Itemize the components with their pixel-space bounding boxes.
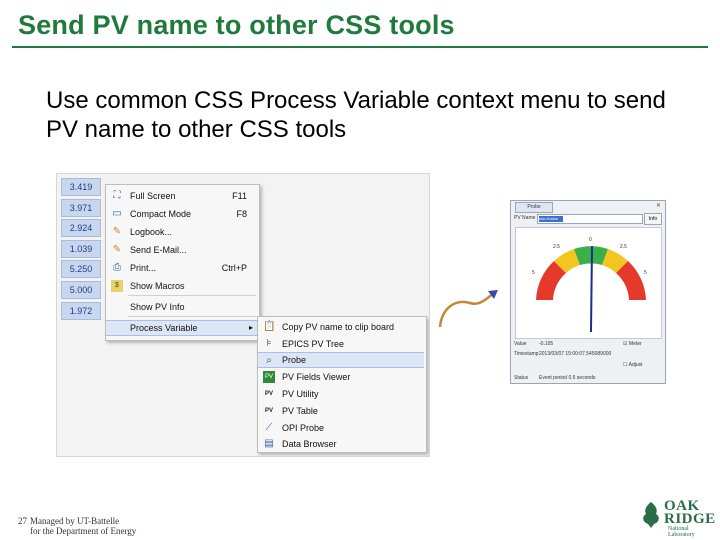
menu-item-compact-mode[interactable]: ▭ Compact Mode F8 xyxy=(106,206,259,222)
status-field: Event period 0.5 seconds xyxy=(539,375,596,381)
tree-icon: ⊧ xyxy=(266,338,272,349)
pencil-icon: ✎ xyxy=(112,226,122,237)
probe-window-screenshot: Probe ✕ PV Name sim://noise Info 0 2.5 2… xyxy=(510,200,666,384)
menu-item-label: PV Table xyxy=(282,406,318,416)
slide-subtitle: Use common CSS Process Variable context … xyxy=(46,87,666,143)
menu-item-print[interactable]: ⎙ Print... Ctrl+P xyxy=(106,260,259,276)
menu-item-shortcut: F11 xyxy=(232,191,247,201)
pv-value-cell[interactable]: 5.000 xyxy=(61,280,101,299)
menu-item-label: Copy PV name to clip board xyxy=(282,322,395,332)
meter-tick-label: 2.5 xyxy=(620,244,627,250)
fields-viewer-icon: PV xyxy=(263,371,275,383)
status-label: Status xyxy=(514,375,529,381)
pv-name-label: PV Name xyxy=(514,215,536,221)
pv-values-column: 3.419 3.971 2.924 1.039 5.250 5.000 1.97… xyxy=(61,178,101,322)
meter-gauge: 0 2.5 2.5 5 5 xyxy=(532,237,647,333)
meter-tick-label: 0 xyxy=(589,237,592,243)
context-menu-screenshot: 3.419 3.971 2.924 1.039 5.250 5.000 1.97… xyxy=(56,173,430,457)
menu-item-label: Show Macros xyxy=(130,281,185,291)
macros-icon: $ xyxy=(111,280,123,292)
oak-ridge-logo: OAK RIDGE National Laboratory xyxy=(640,496,716,538)
pv-utility-icon: PV xyxy=(264,391,273,397)
close-icon[interactable]: ✕ xyxy=(656,202,661,209)
menu-item-label: Logbook... xyxy=(130,227,173,237)
process-variable-submenu: 📋 Copy PV name to clip board ⊧ EPICS PV … xyxy=(257,316,427,453)
pv-value-cell[interactable]: 1.039 xyxy=(61,239,101,258)
menu-item-label: Process Variable xyxy=(130,323,198,333)
compact-mode-icon: ▭ xyxy=(112,208,122,219)
meter-tick-label: 5 xyxy=(644,270,647,276)
menu-item-label: OPI Probe xyxy=(282,423,325,433)
submenu-item-pv-fields-viewer[interactable]: PV PV Fields Viewer xyxy=(258,369,426,385)
fullscreen-icon: ⛶ xyxy=(113,190,121,201)
submenu-item-pv-table[interactable]: PV PV Table xyxy=(258,403,426,419)
menu-item-send-email[interactable]: ✎ Send E-Mail... xyxy=(106,242,259,258)
footer-text: Managed by UT-Battelle for the Departmen… xyxy=(30,516,170,536)
submenu-item-opi-probe[interactable]: ⟋ OPI Probe xyxy=(258,420,426,436)
menu-item-label: Show PV Info xyxy=(130,302,185,312)
value-label: Value xyxy=(514,341,527,347)
submenu-item-data-browser[interactable]: ▤ Data Browser xyxy=(258,436,426,452)
submenu-arrow-icon: ▸ xyxy=(248,323,253,332)
pv-table-icon: PV xyxy=(264,408,273,414)
printer-icon: ⎙ xyxy=(113,262,121,273)
menu-separator xyxy=(128,295,256,296)
pv-value-cell[interactable]: 5.250 xyxy=(61,260,101,279)
submenu-item-pv-utility[interactable]: PV PV Utility xyxy=(258,386,426,402)
menu-item-show-macros[interactable]: $ Show Macros xyxy=(106,278,259,294)
menu-item-label: Print... xyxy=(130,263,157,273)
meter-tick-label: 2.5 xyxy=(553,244,560,250)
submenu-item-probe[interactable]: ⌕ Probe xyxy=(258,352,424,368)
menu-item-shortcut: Ctrl+P xyxy=(221,263,247,273)
pv-value-cell[interactable]: 3.419 xyxy=(61,178,101,196)
opi-probe-icon: ⟋ xyxy=(265,422,273,433)
footer-line-1: Managed by UT-Battelle xyxy=(30,516,120,526)
adjust-checkbox-label: Adjust xyxy=(628,362,643,368)
menu-item-label: Probe xyxy=(282,355,307,365)
menu-item-shortcut: F8 xyxy=(236,209,247,219)
submenu-item-epics-pv-tree[interactable]: ⊧ EPICS PV Tree xyxy=(258,336,426,352)
menu-item-label: PV Utility xyxy=(282,389,319,399)
pv-name-value: sim://noise xyxy=(539,216,563,222)
menu-item-logbook[interactable]: ✎ Logbook... xyxy=(106,224,259,240)
magnifier-icon: ⌕ xyxy=(266,355,272,366)
pv-name-input[interactable]: sim://noise xyxy=(537,214,643,224)
menu-item-process-variable[interactable]: Process Variable ▸ xyxy=(106,320,259,336)
submenu-item-copy-pv-name[interactable]: 📋 Copy PV name to clip board xyxy=(258,319,426,335)
pv-value-cell[interactable]: 3.971 xyxy=(61,198,101,217)
footer-line-2: for the Department of Energy xyxy=(30,526,137,536)
pv-value-cell[interactable]: 2.924 xyxy=(61,219,101,238)
meter-tick-label: 5 xyxy=(532,270,535,276)
menu-item-label: PV Fields Viewer xyxy=(282,372,351,382)
meter-checkbox-label: Meter xyxy=(628,341,642,347)
menu-item-label: EPICS PV Tree xyxy=(282,339,345,349)
page-number: 27 xyxy=(18,516,27,526)
pencil-icon: ✎ xyxy=(112,244,122,255)
menu-separator xyxy=(128,316,256,317)
menu-item-show-pv-info[interactable]: Show PV Info xyxy=(106,299,259,315)
clipboard-icon: 📋 xyxy=(263,321,276,332)
logo-line-3: National Laboratory xyxy=(668,526,695,538)
meter-widget: 0 2.5 2.5 5 5 xyxy=(515,227,662,339)
curved-arrow-icon xyxy=(438,290,498,328)
adjust-checkbox[interactable]: ☐ Adjust xyxy=(623,362,643,368)
probe-tab[interactable]: Probe xyxy=(515,202,553,213)
value-field: -0.105 xyxy=(539,341,554,347)
timestamp-label: Timestamp xyxy=(514,351,539,357)
menu-item-label: Send E-Mail... xyxy=(130,245,187,255)
context-menu: ⛶ Full Screen F11 ▭ Compact Mode F8 ✎ Lo… xyxy=(105,184,260,341)
menu-item-full-screen[interactable]: ⛶ Full Screen F11 xyxy=(106,188,259,204)
timestamp-field: 2013/03/07 15:00:07.545089000 xyxy=(539,351,612,357)
menu-item-label: Full Screen xyxy=(130,191,176,201)
slide-title: Send PV name to other CSS tools xyxy=(18,10,455,40)
info-button[interactable]: Info xyxy=(644,213,662,225)
title-divider xyxy=(12,46,708,48)
menu-item-label: Compact Mode xyxy=(130,209,192,219)
meter-checkbox[interactable]: ☑ Meter xyxy=(623,341,642,347)
data-browser-icon: ▤ xyxy=(264,438,274,449)
menu-item-label: Data Browser xyxy=(282,439,337,449)
pv-value-cell[interactable]: 1.972 xyxy=(61,301,101,320)
oak-leaf-icon xyxy=(643,502,659,528)
